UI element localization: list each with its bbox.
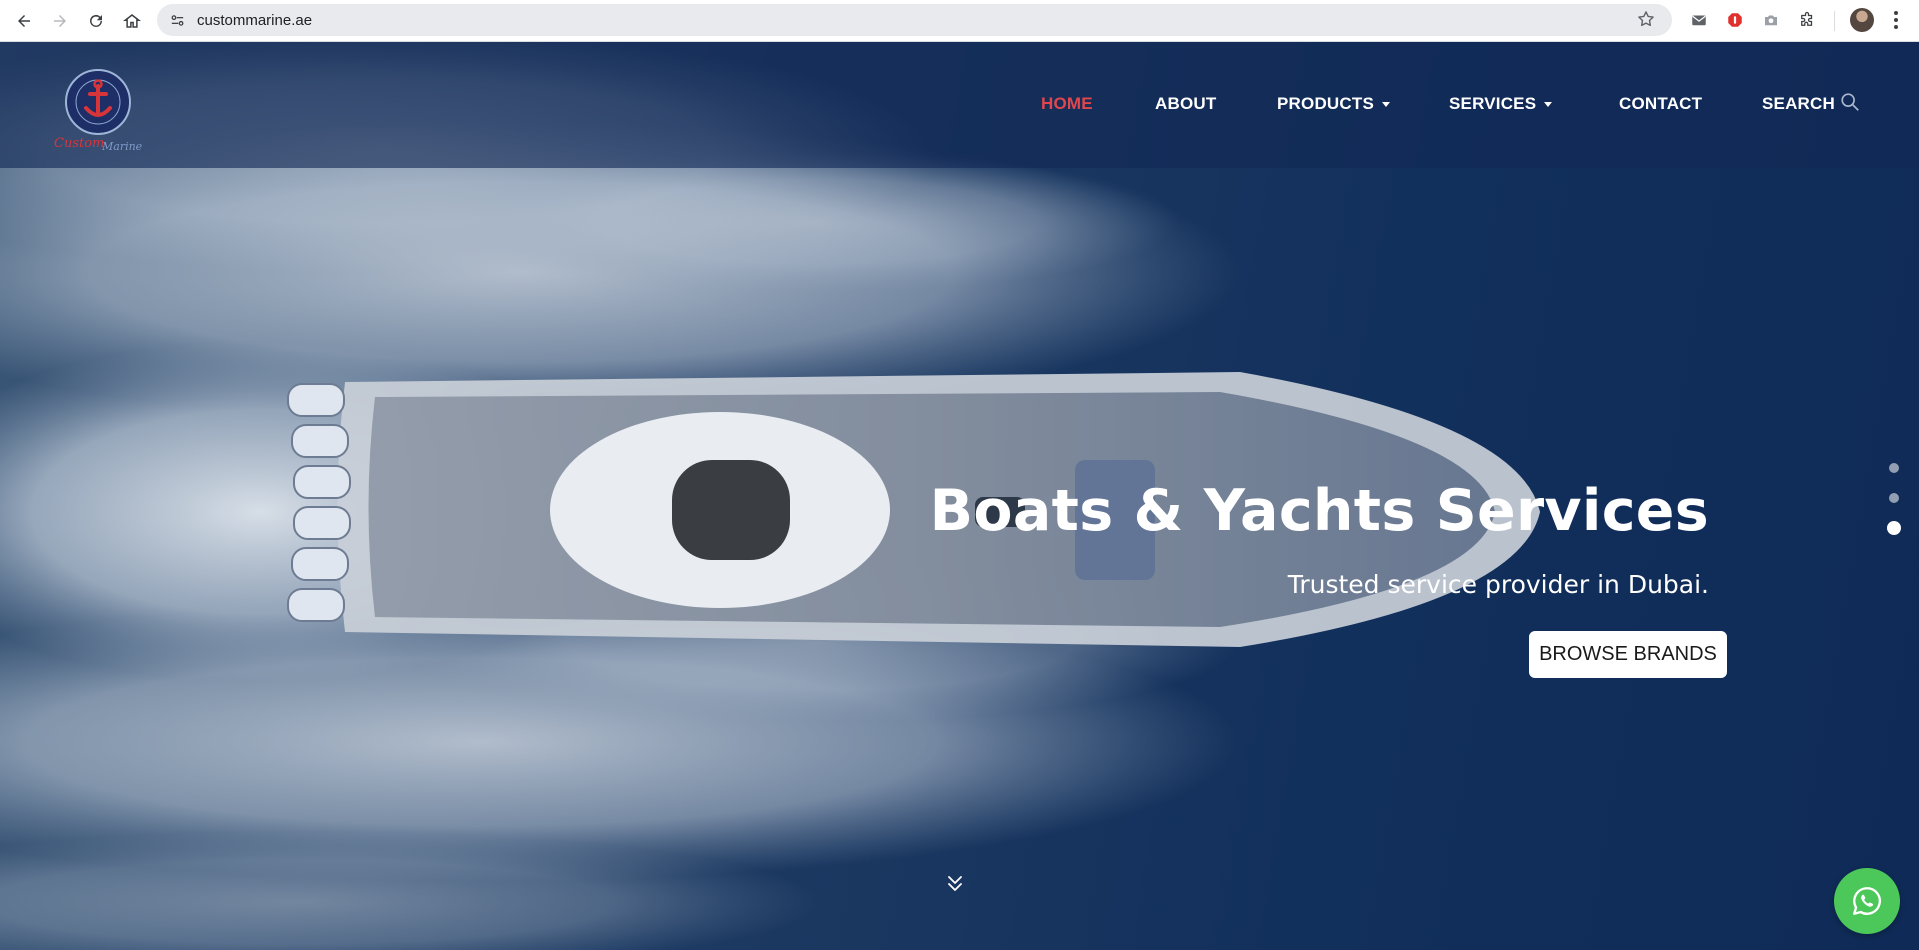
chevron-down-icon	[1382, 102, 1390, 107]
hero-title: Boats & Yachts Services	[929, 478, 1709, 544]
whatsapp-button[interactable]	[1834, 868, 1900, 934]
adblock-icon[interactable]	[1722, 7, 1748, 33]
address-bar[interactable]: custommarine.ae	[157, 4, 1672, 36]
hero-subtitle: Trusted service provider in Dubai.	[1287, 570, 1709, 599]
whatsapp-icon	[1853, 887, 1882, 915]
forward-icon[interactable]	[46, 7, 74, 35]
reload-icon[interactable]	[82, 7, 110, 35]
site-info-icon[interactable]	[163, 6, 191, 34]
search-icon	[1841, 93, 1859, 111]
extensions-icon[interactable]	[1794, 7, 1820, 33]
browse-brands-button[interactable]: BROWSE BRANDS	[1529, 631, 1727, 678]
nav-about-label: ABOUT	[1155, 94, 1217, 113]
menu-icon[interactable]	[1886, 9, 1906, 31]
svg-text:Custom: Custom	[54, 136, 104, 151]
nav-contact-label: CONTACT	[1619, 94, 1703, 113]
nav-home-label: HOME	[1041, 94, 1093, 113]
nav-services-label: SERVICES	[1449, 94, 1537, 113]
svg-text:Marine: Marine	[101, 140, 142, 152]
slider-dot-2[interactable]	[1889, 493, 1899, 503]
nav-products[interactable]: PRODUCTS	[1277, 94, 1390, 114]
browser-toolbar: custommarine.ae	[0, 0, 1919, 42]
nav-home[interactable]: HOME	[1041, 94, 1093, 114]
slider-dot-3[interactable]	[1887, 521, 1901, 535]
main-navigation: HOME ABOUT PRODUCTS SERVICES CONTACT SEA…	[0, 93, 1919, 124]
nav-search[interactable]: SEARCH	[1762, 93, 1861, 114]
toolbar-divider	[1834, 11, 1835, 31]
profile-avatar[interactable]	[1850, 8, 1874, 32]
nav-about[interactable]: ABOUT	[1155, 94, 1216, 114]
star-icon[interactable]	[1636, 9, 1658, 31]
slider-dot-1[interactable]	[1889, 463, 1899, 473]
nav-search-label: SEARCH	[1762, 94, 1835, 113]
url-text[interactable]: custommarine.ae	[197, 12, 312, 29]
back-icon[interactable]	[10, 7, 38, 35]
web-page: Custom Marine HOME ABOUT PRODUCTS SERVIC…	[0, 42, 1919, 950]
nav-products-label: PRODUCTS	[1277, 94, 1374, 113]
scroll-down-icon[interactable]	[946, 874, 964, 894]
chevron-down-icon	[1544, 102, 1553, 107]
nav-services[interactable]: SERVICES	[1449, 94, 1553, 114]
nav-contact[interactable]: CONTACT	[1619, 94, 1702, 114]
home-icon[interactable]	[118, 7, 146, 35]
camera-icon[interactable]	[1758, 7, 1784, 33]
gmail-icon[interactable]	[1686, 7, 1712, 33]
